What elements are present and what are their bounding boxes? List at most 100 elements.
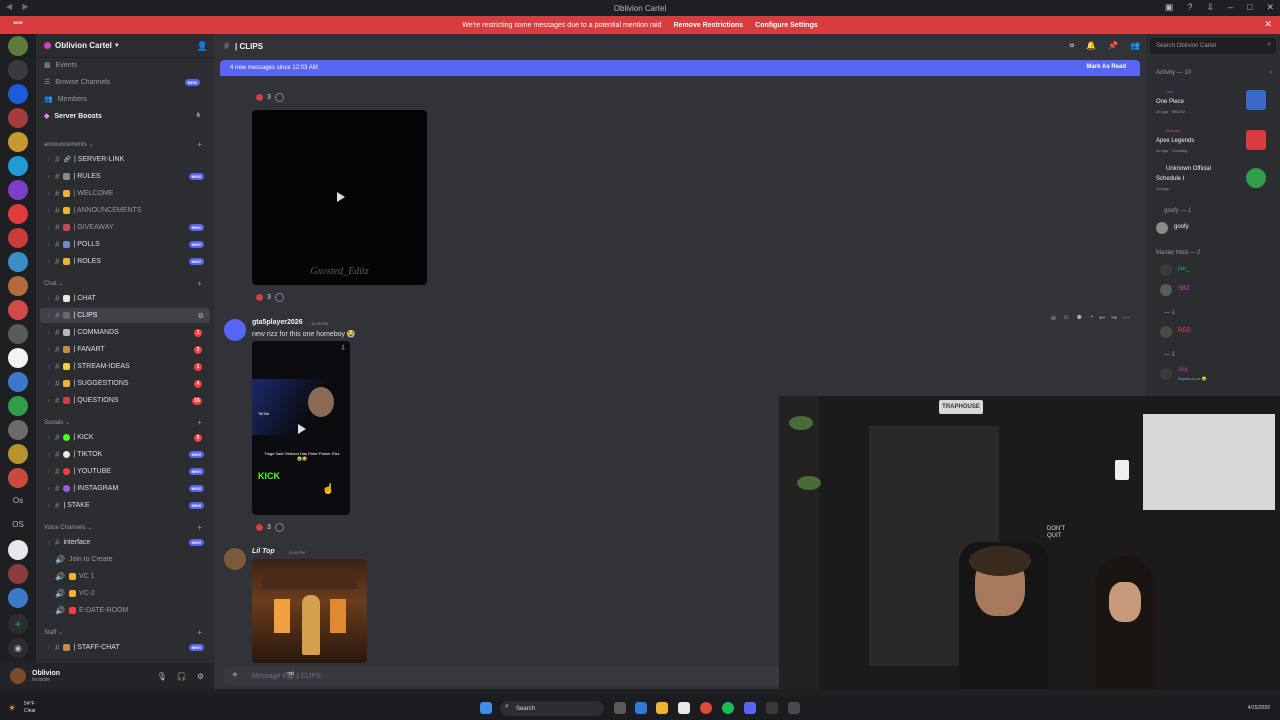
server-icon[interactable] [8, 396, 28, 416]
store-icon[interactable] [678, 702, 690, 714]
server-icon[interactable] [8, 156, 28, 176]
server-os-label[interactable]: OS [8, 520, 28, 536]
avatar[interactable] [10, 668, 26, 684]
channel-stream-ideas[interactable]: › # | STREAM-IDEAS 1 [40, 359, 210, 374]
channel-chat[interactable]: › # | CHAT [40, 291, 210, 306]
pin-icon[interactable]: 📌 [1108, 41, 1118, 51]
server-icon[interactable] [8, 204, 28, 224]
server-icon[interactable] [8, 276, 28, 296]
task-view-icon[interactable] [614, 702, 626, 714]
avatar[interactable] [1160, 368, 1172, 380]
edge-icon[interactable] [635, 702, 647, 714]
invite-icon[interactable]: 👤 [197, 41, 208, 52]
add-reaction-icon[interactable]: ◔ [1089, 314, 1093, 322]
voice-vc2[interactable]: 🔊 VC-2 [40, 586, 210, 601]
taskbar-date[interactable]: 4/15/2026 [1248, 705, 1270, 711]
voice-vc1[interactable]: 🔊 VC 1 [40, 569, 210, 584]
minimize-icon[interactable]: – [1228, 2, 1233, 13]
app-icon[interactable] [788, 702, 800, 714]
add-reaction-icon[interactable] [274, 93, 284, 102]
category-voice[interactable]: Voice Channels ⌄ + [44, 523, 206, 532]
nav-arrows[interactable]: ◀ ▶ [6, 2, 33, 11]
play-icon[interactable] [298, 424, 306, 434]
reaction-row[interactable]: 3 [256, 93, 284, 102]
emoji-icon[interactable]: ☺ [1062, 314, 1069, 322]
channel-polls[interactable]: › # | POLLS NEW [40, 237, 210, 252]
gear-icon[interactable]: ⚙ [197, 672, 204, 681]
events-item[interactable]: ▦ Events [44, 61, 206, 70]
maximize-icon[interactable]: □ [1247, 2, 1252, 13]
channel-tiktok[interactable]: › # | TIKTOK NEW [40, 447, 210, 462]
server-header[interactable]: Oblivion Cartel ▼ 👤 [36, 34, 214, 58]
avatar[interactable] [224, 319, 246, 341]
remove-restrictions-link[interactable]: Remove Restrictions [674, 22, 744, 29]
attach-icon[interactable]: + [232, 670, 238, 681]
help-icon[interactable]: ? [1187, 2, 1192, 13]
discover-icon[interactable]: ◉ [8, 638, 28, 658]
channel-settings-icon[interactable]: ⚙ [198, 312, 204, 320]
channel-server-link[interactable]: › # 🔗 | SERVER-LINK [40, 152, 210, 167]
channel-youtube[interactable]: › # | YOUTUBE NEW [40, 464, 210, 479]
server-icon[interactable] [8, 252, 28, 272]
channel-suggestions[interactable]: › # | SUGGESTIONS 4 [40, 376, 210, 391]
add-channel-icon[interactable]: + [197, 140, 202, 149]
channel-commands[interactable]: › # | COMMANDS 1 [40, 325, 210, 340]
server-os-label[interactable]: Os [8, 496, 28, 512]
server-icon[interactable] [8, 540, 28, 560]
category-chat[interactable]: Chat ⌄ + [44, 279, 206, 288]
category-staff[interactable]: Staff ⌄ + [44, 628, 206, 637]
add-channel-icon[interactable]: + [197, 628, 202, 637]
server-icon[interactable] [8, 108, 28, 128]
server-icon[interactable] [8, 588, 28, 608]
discord-icon[interactable] [744, 702, 756, 714]
reaction-row[interactable]: 3 [256, 293, 284, 302]
play-icon[interactable] [337, 192, 345, 202]
member-name[interactable]: cruj [1178, 367, 1188, 373]
weather-widget[interactable]: 54°F Clear [24, 701, 36, 715]
threads-icon[interactable]: ⌗ [1070, 41, 1075, 51]
channel-instagram[interactable]: › # | INSTAGRAM NEW [40, 481, 210, 496]
reaction-row[interactable]: 3 [256, 523, 284, 532]
member-name[interactable]: RED [1178, 328, 1191, 334]
channel-clips[interactable]: › # | CLIPS ⚙ [40, 308, 210, 323]
image-attachment[interactable] [252, 559, 367, 663]
server-icon[interactable] [8, 444, 28, 464]
browse-channels-item[interactable]: ☰ Browse Channels NEW [44, 78, 206, 86]
emoji-icon[interactable]: ☻ [1076, 314, 1083, 322]
add-channel-icon[interactable]: + [197, 279, 202, 288]
server-icon[interactable] [8, 372, 28, 392]
channel-interface[interactable]: › # interface NEW [40, 535, 210, 550]
channel-giveaway[interactable]: › # | GIVEAWAY NEW [40, 220, 210, 235]
server-icon[interactable] [8, 228, 28, 248]
start-icon[interactable] [480, 702, 492, 714]
spotify-icon[interactable] [722, 702, 734, 714]
avatar[interactable] [1160, 326, 1172, 338]
channel-welcome[interactable]: › # | WELCOME [40, 186, 210, 201]
avatar[interactable] [1160, 284, 1172, 296]
server-icon[interactable] [8, 60, 28, 80]
more-icon[interactable]: ⋯ [1123, 314, 1130, 322]
banner-close-icon[interactable]: ✕ [1264, 19, 1272, 30]
channel-roles[interactable]: › # | ROLES NEW [40, 254, 210, 269]
avatar[interactable] [1160, 264, 1172, 276]
voice-join-to-create[interactable]: 🔊 Join to Create [40, 552, 210, 567]
server-icon[interactable] [8, 180, 28, 200]
voice-e-date-room[interactable]: 🔊 E-DATE-ROOM [40, 603, 210, 618]
member-list-icon[interactable]: 👥 [1130, 41, 1140, 51]
server-icon[interactable] [8, 84, 28, 104]
new-messages-bar[interactable]: 4 new messages since 12:03 AM Mark As Re… [220, 60, 1140, 76]
server-icon[interactable] [8, 348, 28, 368]
channel-fanart[interactable]: › # | FANART 2 [40, 342, 210, 357]
mic-icon[interactable]: 🎙 [157, 672, 167, 681]
message-author[interactable]: gta5player2026 [252, 319, 303, 326]
server-icon[interactable] [8, 300, 28, 320]
server-icon[interactable] [8, 36, 28, 56]
apex-legends-thumbnail[interactable] [1246, 130, 1266, 150]
member-name[interactable]: goofy [1174, 224, 1189, 230]
chrome-icon[interactable] [700, 702, 712, 714]
channel-questions[interactable]: › # | QUESTIONS 16 [40, 393, 210, 408]
server-icon[interactable] [8, 324, 28, 344]
search-input[interactable]: Search Oblivion Cartel ⌕ [1150, 38, 1276, 54]
avatar[interactable] [1156, 222, 1168, 234]
channel-stake[interactable]: › # | STAKE NEW [40, 498, 210, 513]
